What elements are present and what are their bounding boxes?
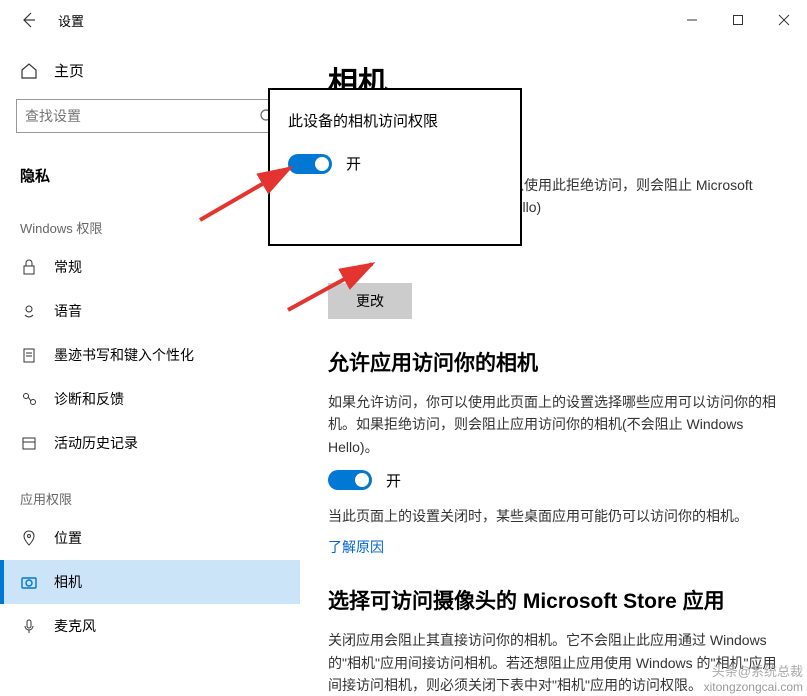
history-icon bbox=[20, 434, 38, 452]
sidebar-item-inking[interactable]: 墨迹书写和键入个性化 bbox=[0, 333, 300, 377]
back-button[interactable] bbox=[18, 10, 38, 30]
speech-icon bbox=[20, 302, 38, 320]
sidebar-item-activity[interactable]: 活动历史记录 bbox=[0, 421, 300, 465]
section-heading-store: 选择可访问摄像头的 Microsoft Store 应用 bbox=[328, 585, 779, 615]
sidebar-sub-app: 应用权限 bbox=[0, 465, 300, 516]
sidebar-item-label: 语音 bbox=[54, 301, 82, 321]
sidebar-item-label: 麦克风 bbox=[54, 616, 96, 636]
annotation-arrow-2 bbox=[280, 250, 390, 320]
titlebar: 设置 bbox=[0, 0, 807, 40]
close-button[interactable] bbox=[761, 4, 807, 36]
sidebar-item-label: 位置 bbox=[54, 528, 82, 548]
search-input[interactable] bbox=[25, 108, 259, 124]
search-input-container[interactable] bbox=[16, 99, 284, 133]
watermark-text-2: xitongzongcai.com bbox=[704, 680, 803, 694]
sidebar-item-label: 常规 bbox=[54, 257, 82, 277]
sidebar-item-speech[interactable]: 语音 bbox=[0, 289, 300, 333]
sidebar-home[interactable]: 主页 bbox=[0, 50, 300, 91]
sidebar-item-label: 相机 bbox=[54, 572, 82, 592]
sidebar-item-general[interactable]: 常规 bbox=[0, 245, 300, 289]
microphone-icon bbox=[20, 617, 38, 635]
sidebar-item-diagnostics[interactable]: 诊断和反馈 bbox=[0, 377, 300, 421]
section-text-apps: 如果允许访问，你可以使用此页面上的设置选择哪些应用可以访问你的相机。如果拒绝访问… bbox=[328, 391, 779, 458]
sidebar-item-label: 活动历史记录 bbox=[54, 433, 138, 453]
camera-icon bbox=[20, 573, 38, 591]
maximize-button[interactable] bbox=[715, 4, 761, 36]
location-icon bbox=[20, 529, 38, 547]
lock-icon bbox=[20, 258, 38, 276]
feedback-icon bbox=[20, 390, 38, 408]
window-title: 设置 bbox=[58, 11, 84, 30]
device-toggle-label: 开 bbox=[346, 153, 361, 174]
sidebar-item-label: 墨迹书写和键入个性化 bbox=[54, 345, 194, 365]
minimize-button[interactable] bbox=[669, 4, 715, 36]
apps-access-toggle[interactable] bbox=[328, 470, 372, 490]
home-icon bbox=[20, 62, 38, 80]
apps-note: 当此页面上的设置关闭时，某些桌面应用可能仍可以访问你的相机。 bbox=[328, 505, 779, 527]
annotation-arrow-1 bbox=[190, 150, 310, 230]
sidebar-item-location[interactable]: 位置 bbox=[0, 516, 300, 560]
popup-title: 此设备的相机访问权限 bbox=[288, 110, 502, 131]
clipboard-icon bbox=[20, 346, 38, 364]
sidebar-item-label: 诊断和反馈 bbox=[54, 389, 124, 409]
sidebar: 主页 隐私 Windows 权限 常规 语音 墨迹书写和键入个性化 诊断和反馈 … bbox=[0, 40, 300, 696]
sidebar-item-microphone[interactable]: 麦克风 bbox=[0, 604, 300, 648]
section-heading-apps: 允许应用访问你的相机 bbox=[328, 347, 779, 377]
watermark-text-1: 头条@系统总裁 bbox=[712, 661, 803, 680]
apps-toggle-label: 开 bbox=[386, 470, 401, 491]
sidebar-home-label: 主页 bbox=[54, 60, 84, 81]
sidebar-item-camera[interactable]: 相机 bbox=[0, 560, 300, 604]
learn-more-link[interactable]: 了解原因 bbox=[328, 539, 384, 555]
